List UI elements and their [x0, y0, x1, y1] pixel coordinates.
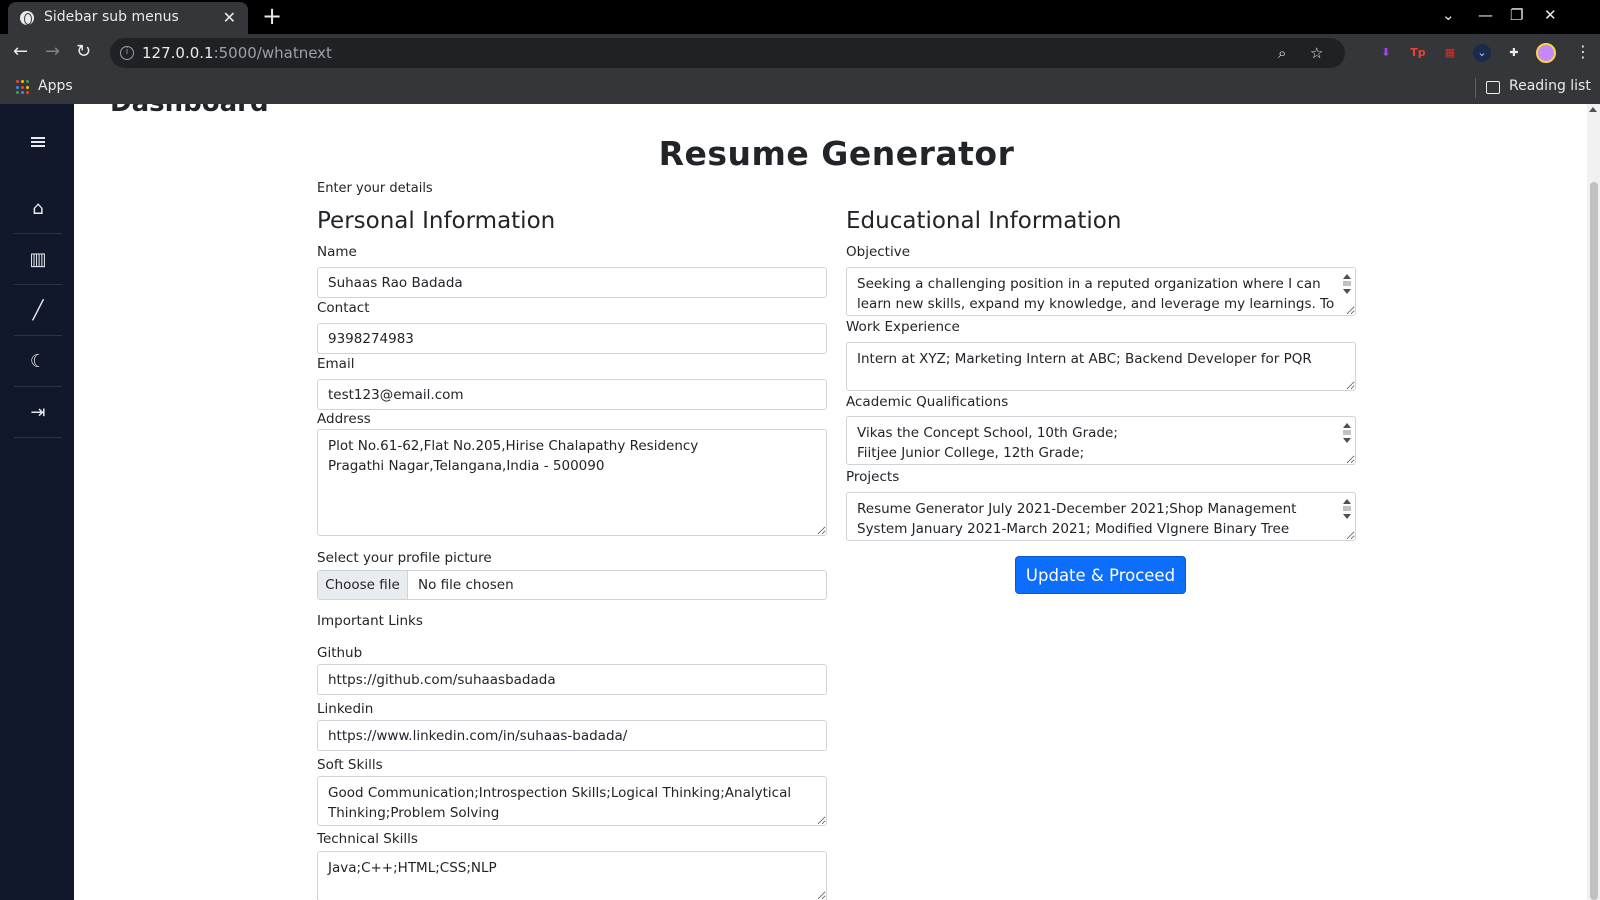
personal-info-heading: Personal Information — [317, 208, 556, 234]
email-input[interactable] — [317, 379, 827, 410]
page-subtitle: Enter your details — [317, 181, 433, 196]
url-text[interactable]: 127.0.0.1:5000/whatnext — [142, 44, 332, 62]
tab-close-icon[interactable]: ✕ — [223, 8, 236, 27]
new-tab-button[interactable]: + — [262, 2, 282, 30]
home-icon: ⌂ — [32, 198, 44, 219]
work-experience-label: Work Experience — [846, 319, 960, 335]
academic-scrollbar[interactable] — [1340, 418, 1354, 458]
reading-list-button[interactable]: Reading list — [1509, 78, 1591, 94]
sidebar-item-library[interactable]: ▥ — [14, 235, 62, 285]
sidebar-item-home[interactable]: ⌂ — [14, 184, 62, 234]
github-label: Github — [317, 645, 363, 661]
contact-input[interactable] — [317, 323, 827, 354]
academic-qualifications-label: Academic Qualifications — [846, 394, 1009, 410]
bookmark-star-icon[interactable]: ☆ — [1310, 44, 1323, 62]
address-label: Address — [317, 411, 371, 427]
projects-label: Projects — [846, 469, 900, 485]
choose-file-button[interactable]: Choose file — [318, 571, 408, 599]
update-proceed-button[interactable]: Update & Proceed — [1015, 556, 1186, 594]
window-close-icon[interactable]: ✕ — [1544, 6, 1557, 24]
dashboard-heading: Dashboard — [110, 104, 269, 118]
page-scrollbar-thumb[interactable] — [1590, 182, 1598, 900]
sidebar: ⌂ ▥ ╱ ☾ ⇥ — [0, 104, 74, 900]
profile-avatar[interactable] — [1536, 43, 1556, 63]
apps-bookmark[interactable]: Apps — [38, 78, 73, 94]
linkedin-label: Linkedin — [317, 701, 374, 717]
profile-picture-label: Select your profile picture — [317, 550, 492, 566]
address-bar[interactable]: i 127.0.0.1:5000/whatnext ⌕ ☆ — [110, 38, 1345, 68]
puzzle-extension-icon[interactable]: ✚ — [1505, 44, 1523, 62]
reload-icon[interactable]: ↻ — [76, 42, 91, 62]
sidebar-item-pen[interactable]: ╱ — [14, 286, 62, 336]
tp-extension-icon[interactable]: Tp — [1409, 44, 1427, 62]
educational-info-heading: Educational Information — [846, 208, 1122, 234]
projects-textarea[interactable]: Resume Generator July 2021-December 2021… — [846, 492, 1356, 541]
logout-icon: ⇥ — [30, 402, 46, 423]
globe-icon — [20, 11, 34, 25]
back-icon[interactable]: ← — [13, 42, 28, 62]
name-input[interactable] — [317, 267, 827, 298]
library-icon: ▥ — [29, 249, 47, 270]
page-viewport: ⌂ ▥ ╱ ☾ ⇥ Dashboard Resume Generator Ent… — [0, 104, 1600, 900]
sidebar-item-logout[interactable]: ⇥ — [14, 388, 62, 438]
browser-menu-icon[interactable]: ⋮ — [1575, 42, 1591, 61]
objective-scrollbar[interactable] — [1340, 269, 1354, 309]
tab-search-icon[interactable]: ⌄ — [1442, 6, 1455, 24]
objective-label: Objective — [846, 244, 911, 260]
browser-toolbar: ← → ↻ i 127.0.0.1:5000/whatnext ⌕ ☆ — [0, 34, 1600, 72]
site-info-icon[interactable]: i — [120, 46, 134, 60]
soft-skills-textarea[interactable]: Good Communication;Introspection Skills;… — [317, 776, 827, 826]
pen-icon: ╱ — [32, 300, 44, 321]
name-label: Name — [317, 244, 357, 260]
forward-icon[interactable]: → — [45, 42, 60, 62]
technical-skills-textarea[interactable]: Java;C++;HTML;CSS;NLP — [317, 851, 827, 900]
projects-scrollbar[interactable] — [1340, 494, 1354, 534]
red-extension-icon[interactable]: ▦ — [1441, 44, 1459, 62]
zoom-icon[interactable]: ⌕ — [1278, 44, 1286, 62]
minimize-icon[interactable]: — — [1478, 6, 1493, 24]
browser-tab-strip: Sidebar sub menus ✕ + ⌄ — ❐ ✕ — [0, 0, 1600, 34]
technical-skills-label: Technical Skills — [317, 831, 418, 847]
address-textarea[interactable]: Plot No.61-62,Flat No.205,Hirise Chalapa… — [317, 429, 827, 536]
objective-textarea[interactable]: Seeking a challenging position in a repu… — [846, 267, 1356, 316]
sidebar-item-dark-mode[interactable]: ☾ — [14, 337, 62, 387]
restore-icon[interactable]: ❐ — [1510, 6, 1523, 24]
contact-label: Contact — [317, 300, 370, 316]
github-input[interactable] — [317, 664, 827, 695]
important-links-heading: Important Links — [317, 613, 423, 629]
academic-qualifications-textarea[interactable]: Vikas the Concept School, 10th Grade; Fi… — [846, 416, 1356, 465]
tab-title: Sidebar sub menus — [44, 9, 179, 25]
bookmarks-bar: Apps Reading list — [0, 72, 1600, 104]
file-status-text: No file chosen — [418, 577, 514, 593]
linkedin-input[interactable] — [317, 720, 827, 751]
page-title: Resume Generator — [658, 134, 1015, 173]
scroll-up-arrow-icon[interactable] — [1589, 107, 1597, 112]
work-experience-textarea[interactable]: Intern at XYZ; Marketing Intern at ABC; … — [846, 342, 1356, 391]
bookmarks-divider — [1475, 78, 1476, 98]
dropdown-extension-icon[interactable]: ⌄ — [1473, 44, 1491, 62]
apps-icon[interactable] — [16, 80, 31, 95]
download-extension-icon[interactable]: ⬇ — [1377, 44, 1395, 62]
soft-skills-label: Soft Skills — [317, 757, 383, 773]
reading-list-icon[interactable] — [1486, 81, 1500, 94]
moon-icon: ☾ — [29, 351, 47, 372]
hamburger-menu-icon[interactable] — [31, 137, 45, 147]
profile-picture-file-input[interactable]: Choose file No file chosen — [317, 570, 827, 600]
email-label: Email — [317, 356, 355, 372]
browser-tab[interactable]: Sidebar sub menus ✕ — [8, 2, 248, 34]
